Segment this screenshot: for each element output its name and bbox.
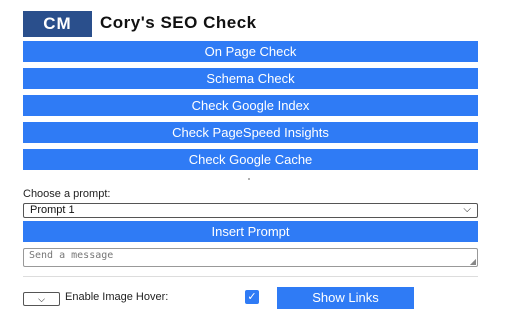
chevron-down-icon: ⌵ bbox=[463, 204, 471, 215]
hover-mode-select[interactable]: ⌵ bbox=[23, 292, 60, 306]
prompt-select-value: Prompt 1 bbox=[30, 204, 75, 216]
resize-handle-icon[interactable]: ◢ bbox=[470, 258, 476, 266]
on-page-check-button[interactable]: On Page Check bbox=[23, 41, 478, 62]
show-links-button[interactable]: Show Links bbox=[277, 287, 414, 309]
app-title: Cory's SEO Check bbox=[100, 13, 257, 32]
chevron-down-icon: ⌵ bbox=[38, 294, 45, 304]
message-placeholder: Send a message bbox=[29, 250, 114, 261]
image-hover-checkbox[interactable]: ✓ bbox=[245, 290, 259, 304]
check-google-index-button[interactable]: Check Google Index bbox=[23, 95, 478, 116]
divider bbox=[23, 276, 478, 277]
check-google-cache-button[interactable]: Check Google Cache bbox=[23, 149, 478, 170]
check-icon: ✓ bbox=[247, 291, 257, 303]
check-pagespeed-button[interactable]: Check PageSpeed Insights bbox=[23, 122, 478, 143]
schema-check-button[interactable]: Schema Check bbox=[23, 68, 478, 89]
prompt-label: Choose a prompt: bbox=[23, 188, 111, 200]
image-hover-label: Enable Image Hover: bbox=[65, 291, 169, 303]
separator-dot bbox=[248, 178, 250, 180]
prompt-select[interactable]: Prompt 1 ⌵ bbox=[23, 203, 478, 218]
insert-prompt-button[interactable]: Insert Prompt bbox=[23, 221, 478, 242]
message-input[interactable]: Send a message ◢ bbox=[23, 248, 478, 267]
app-logo: CM bbox=[23, 11, 92, 37]
